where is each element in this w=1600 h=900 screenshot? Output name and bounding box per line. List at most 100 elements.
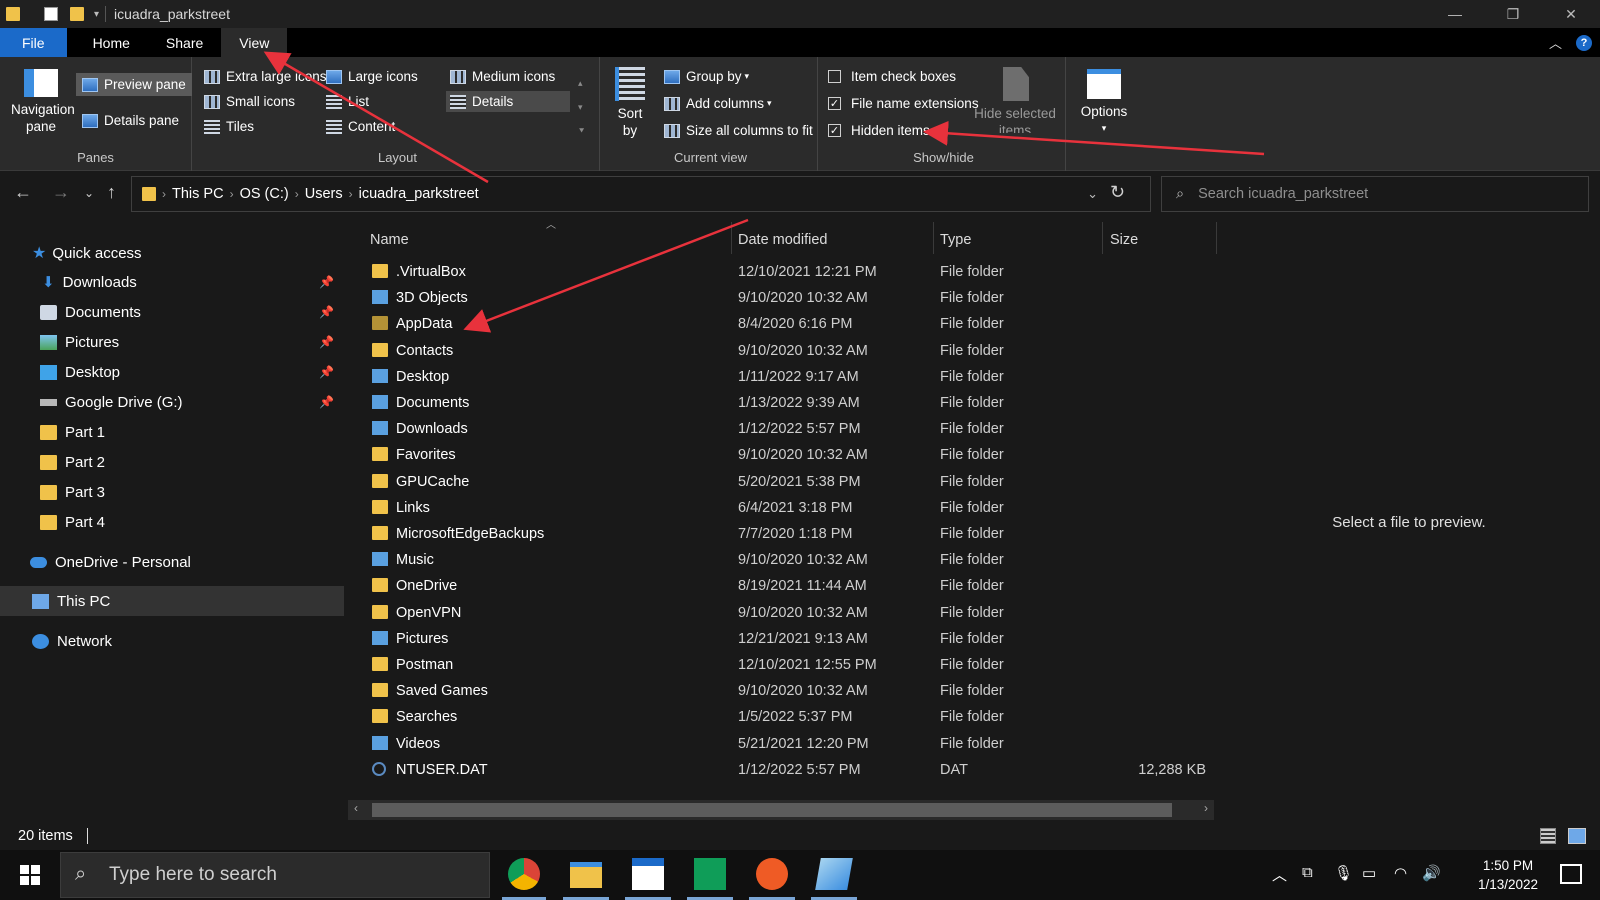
- file-row[interactable]: Postman 12/10/2021 12:55 PM File folder: [348, 653, 1218, 679]
- collapse-ribbon-icon[interactable]: ︿: [1549, 33, 1562, 52]
- nav-item-desktop[interactable]: Desktop 📌: [0, 357, 344, 387]
- file-row[interactable]: MicrosoftEdgeBackups 7/7/2020 1:18 PM File…: [348, 522, 1218, 548]
- tab-home[interactable]: Home: [75, 28, 148, 57]
- hide-selected-items-button[interactable]: Hide selected items: [972, 67, 1060, 133]
- item-check-boxes-checkbox[interactable]: [828, 70, 841, 83]
- tab-share[interactable]: Share: [148, 28, 221, 57]
- file-row[interactable]: OneDrive 8/19/2021 11:44 AM File folder: [348, 574, 1218, 600]
- file-row[interactable]: GPUCache 5/20/2021 5:38 PM File folder: [348, 470, 1218, 496]
- search-input[interactable]: ⌕ Search icuadra_parkstreet: [1161, 176, 1589, 212]
- chevron-right-icon[interactable]: ›: [162, 187, 166, 201]
- nav-network[interactable]: Network: [0, 626, 344, 656]
- column-divider[interactable]: [1216, 222, 1217, 254]
- file-row[interactable]: OpenVPN 9/10/2020 10:32 AM File folder: [348, 601, 1218, 627]
- layout-extra-large-icons[interactable]: Extra large icons: [204, 69, 327, 84]
- nav-item-part-4[interactable]: Part 4: [0, 507, 344, 537]
- address-bar[interactable]: › This PC › OS (C:) › Users › icuadra_pa…: [131, 176, 1151, 212]
- column-divider[interactable]: [933, 222, 934, 254]
- minimize-button[interactable]: —: [1426, 0, 1484, 28]
- nav-quick-access[interactable]: ★ Quick access: [0, 238, 344, 268]
- nav-item-part-1[interactable]: Part 1: [0, 417, 344, 447]
- hidden-items-checkbox[interactable]: ✓: [828, 124, 841, 137]
- scroll-right-icon[interactable]: ›: [1204, 801, 1208, 815]
- layout-medium-icons[interactable]: Medium icons: [450, 69, 555, 84]
- file-row[interactable]: .VirtualBox 12/10/2021 12:21 PM File folde…: [348, 260, 1218, 286]
- file-name-extensions-checkbox[interactable]: ✓: [828, 97, 841, 110]
- large-icons-view-icon[interactable]: [1568, 828, 1586, 844]
- details-pane-button[interactable]: Details pane: [82, 113, 179, 128]
- wifi-icon[interactable]: ◠: [1394, 864, 1407, 882]
- hidden-items-toggle[interactable]: ✓ Hidden items: [828, 123, 930, 138]
- file-row[interactable]: Documents 1/13/2022 9:39 AM File folder: [348, 391, 1218, 417]
- file-row[interactable]: Pictures 12/21/2021 9:13 AM File folder: [348, 627, 1218, 653]
- file-row[interactable]: Links 6/4/2021 3:18 PM File folder: [348, 496, 1218, 522]
- column-header-type[interactable]: Type: [940, 226, 971, 254]
- microphone-icon[interactable]: 🎙: [1334, 864, 1353, 882]
- pin-icon[interactable]: 📌: [319, 335, 334, 349]
- column-header-date-modified[interactable]: Date modified: [738, 226, 827, 254]
- preview-pane-button[interactable]: Preview pane: [76, 73, 192, 96]
- chat-app-icon[interactable]: [694, 858, 726, 890]
- windows-start-icon[interactable]: [20, 865, 40, 885]
- nav-item-part-3[interactable]: Part 3: [0, 477, 344, 507]
- breadcrumb-users[interactable]: Users: [305, 186, 343, 202]
- layout-content[interactable]: Content: [326, 119, 395, 134]
- battery-icon[interactable]: ▭: [1362, 864, 1376, 882]
- taskbar-search-input[interactable]: ⌕ Type here to search: [60, 852, 490, 898]
- file-row[interactable]: Searches 1/5/2022 5:37 PM File folder: [348, 705, 1218, 731]
- nav-this-pc[interactable]: This PC: [0, 586, 344, 616]
- file-row[interactable]: AppData 8/4/2020 6:16 PM File folder: [348, 312, 1218, 338]
- chevron-right-icon[interactable]: ›: [230, 187, 234, 201]
- file-row[interactable]: Music 9/10/2020 10:32 AM File folder: [348, 548, 1218, 574]
- file-row[interactable]: Contacts 9/10/2020 10:32 AM File folder: [348, 339, 1218, 365]
- column-header-size[interactable]: Size: [1110, 226, 1138, 254]
- layout-list[interactable]: List: [326, 94, 369, 109]
- layout-details[interactable]: Details: [446, 91, 570, 112]
- breadcrumb-current-folder[interactable]: icuadra_parkstreet: [359, 186, 479, 202]
- column-divider[interactable]: [731, 222, 732, 254]
- nav-item-downloads[interactable]: ⬇ Downloads 📌: [0, 267, 344, 297]
- layout-scroll-arrows[interactable]: ▴ ▾ ⯆: [578, 71, 585, 143]
- size-all-columns-button[interactable]: Size all columns to fit: [664, 123, 813, 138]
- file-row[interactable]: Downloads 1/12/2022 5:57 PM File folder: [348, 417, 1218, 443]
- recent-locations-icon[interactable]: ⌄: [84, 186, 94, 200]
- file-row[interactable]: Desktop 1/11/2022 9:17 AM File folder: [348, 365, 1218, 391]
- virtualbox-icon[interactable]: [815, 858, 853, 890]
- volume-icon[interactable]: 🔊: [1422, 864, 1441, 882]
- chrome-icon[interactable]: [508, 858, 540, 890]
- pin-icon[interactable]: 📌: [319, 395, 334, 409]
- nav-item-part-2[interactable]: Part 2: [0, 447, 344, 477]
- navigation-pane-button[interactable]: Navigation pane: [6, 69, 76, 135]
- new-folder-icon[interactable]: [70, 7, 84, 21]
- address-history-dropdown-icon[interactable]: ⌄: [1087, 186, 1098, 202]
- horizontal-scrollbar[interactable]: ‹ ›: [348, 800, 1214, 820]
- close-button[interactable]: ✕: [1542, 0, 1600, 28]
- details-view-icon[interactable]: [1540, 828, 1556, 844]
- options-button[interactable]: Options ▾: [1074, 69, 1134, 137]
- back-arrow-icon[interactable]: ←: [14, 182, 32, 203]
- pin-icon[interactable]: 📌: [319, 275, 334, 289]
- notification-center-icon[interactable]: [1560, 864, 1582, 884]
- layout-tiles[interactable]: Tiles: [204, 119, 254, 134]
- pin-icon[interactable]: 📌: [319, 365, 334, 379]
- calendar-icon[interactable]: [632, 858, 664, 890]
- file-row[interactable]: Saved Games 9/10/2020 10:32 AM File folder: [348, 679, 1218, 705]
- scrollbar-thumb[interactable]: [372, 803, 1172, 817]
- sort-by-button[interactable]: Sort by: [614, 67, 646, 139]
- group-by-button[interactable]: Group by ▾: [664, 69, 749, 84]
- pin-icon[interactable]: 📌: [319, 305, 334, 319]
- help-icon[interactable]: ?: [1576, 34, 1592, 51]
- file-row[interactable]: NTUSER.DAT 1/12/2022 5:57 PM DAT 12,288 KB: [348, 758, 1218, 784]
- tab-file[interactable]: File: [0, 28, 67, 57]
- file-row[interactable]: Favorites 9/10/2020 10:32 AM File folder: [348, 443, 1218, 469]
- meet-now-icon[interactable]: ⧉: [1302, 864, 1313, 881]
- chevron-right-icon[interactable]: ›: [349, 187, 353, 201]
- nav-item-documents[interactable]: Documents 📌: [0, 297, 344, 327]
- breadcrumb-os-c[interactable]: OS (C:): [240, 186, 289, 202]
- refresh-icon[interactable]: ↻: [1110, 182, 1125, 203]
- postman-icon[interactable]: [756, 858, 788, 890]
- breadcrumb-this-pc[interactable]: This PC: [172, 186, 224, 202]
- up-arrow-icon[interactable]: ↑: [107, 182, 116, 203]
- chevron-up-icon[interactable]: ︿: [1272, 864, 1287, 885]
- maximize-button[interactable]: ❐: [1484, 0, 1542, 28]
